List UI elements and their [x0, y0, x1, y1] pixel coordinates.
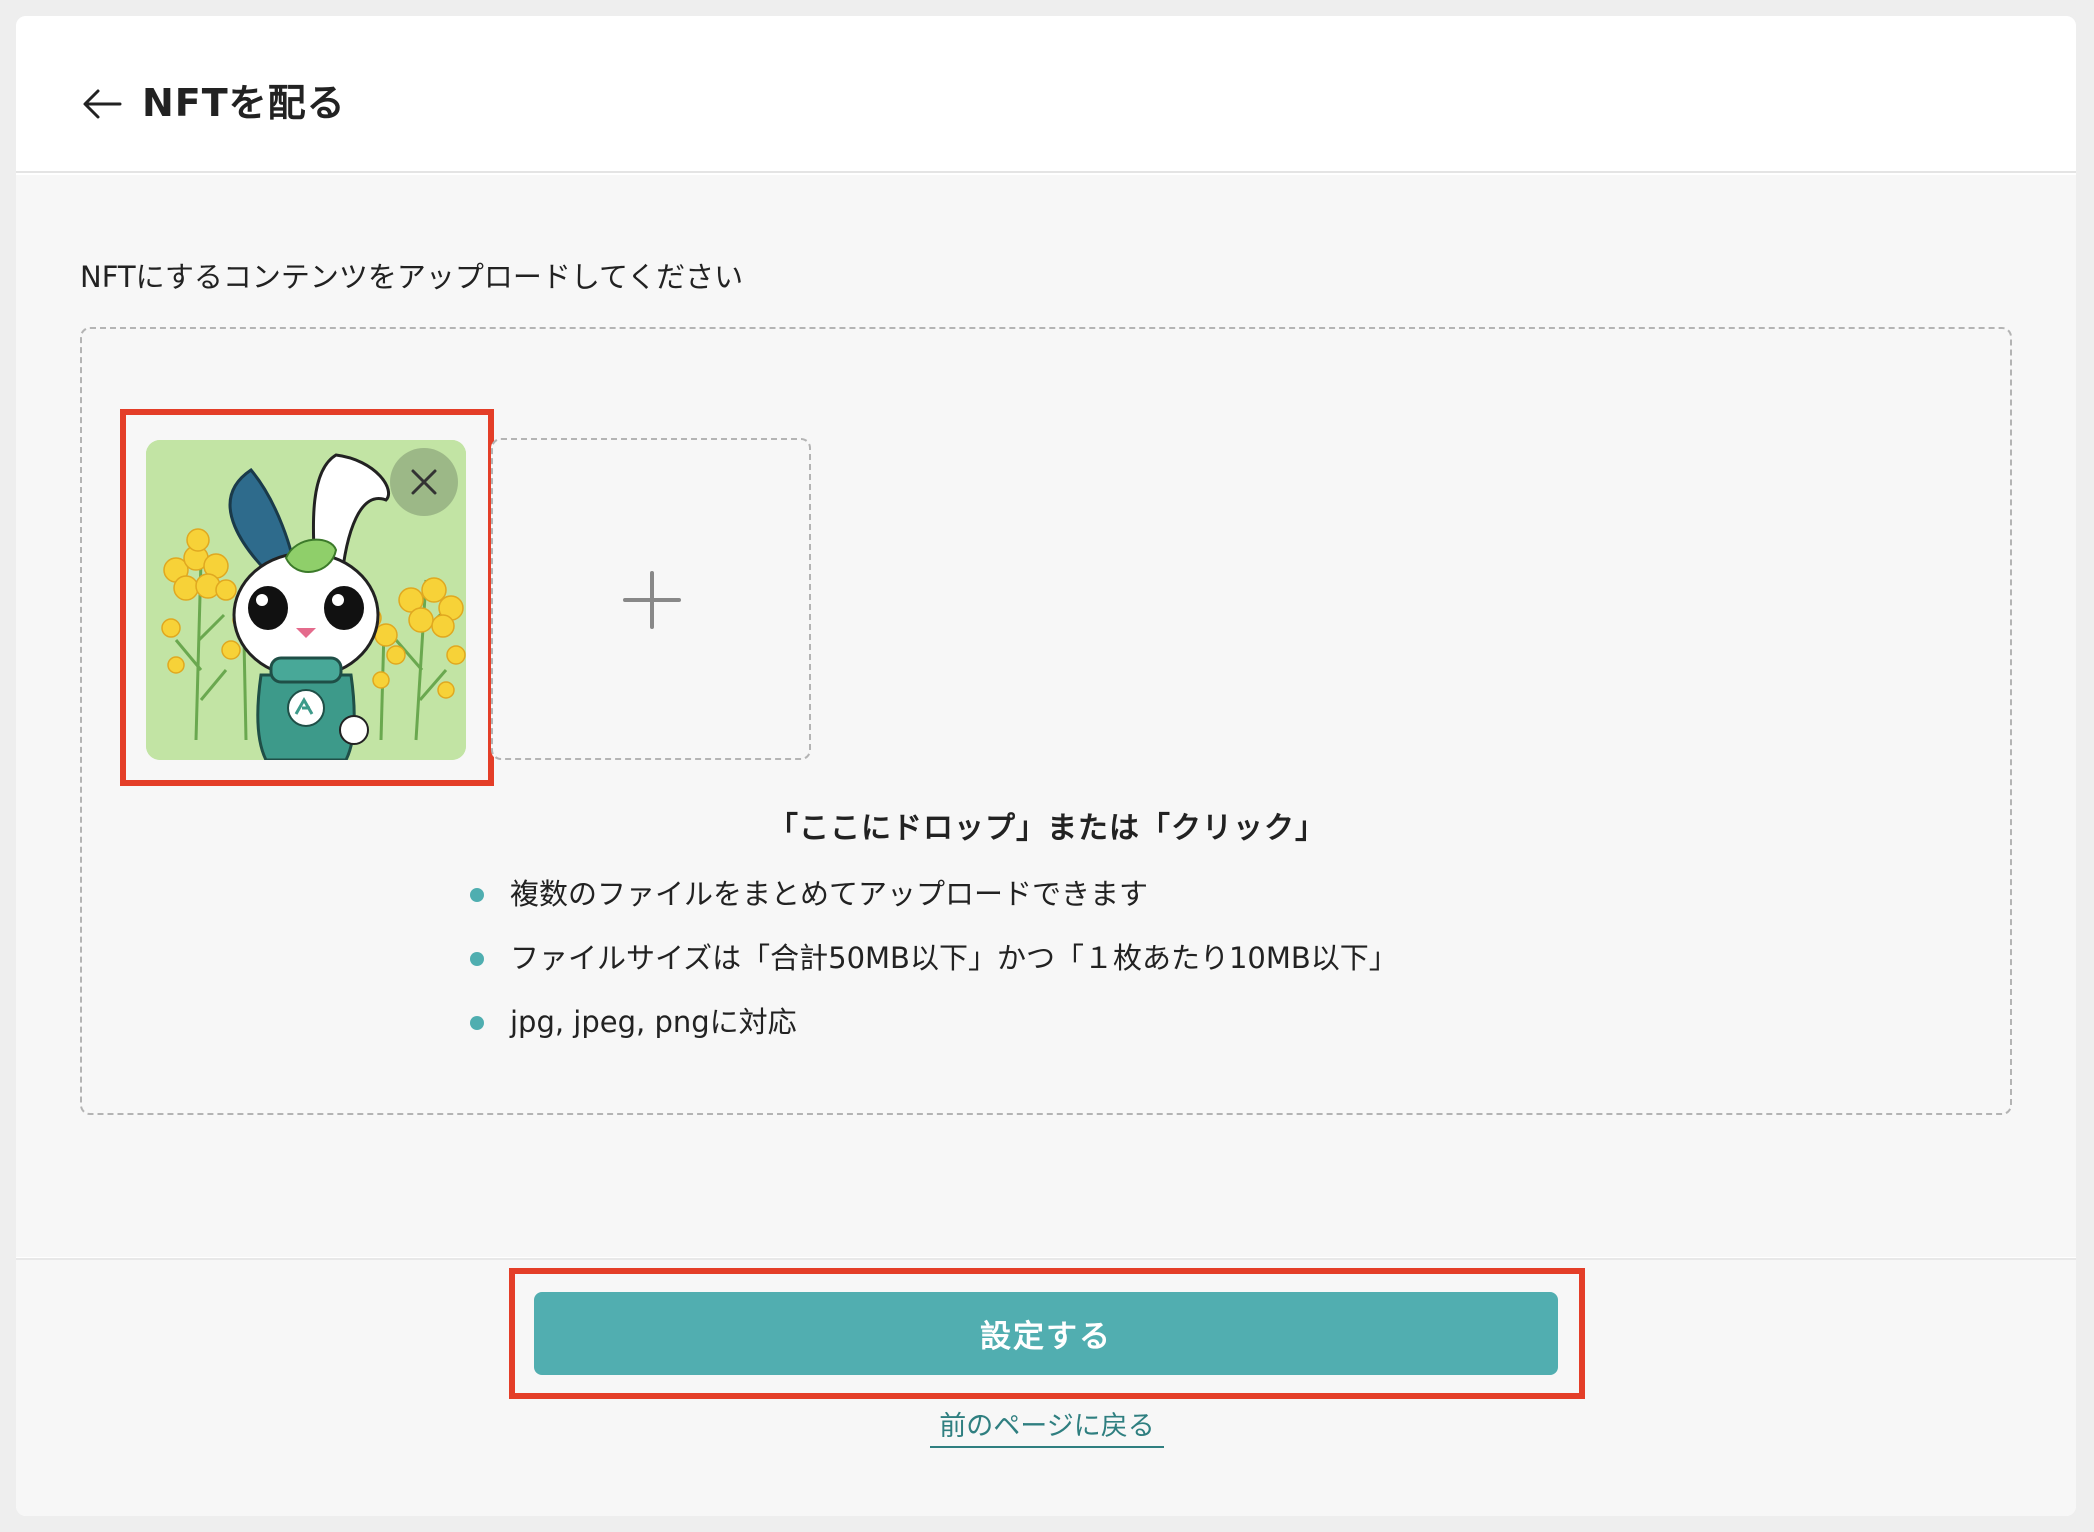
- plus-icon: [623, 571, 681, 629]
- bullet-dot: [470, 1016, 484, 1030]
- add-image-tile[interactable]: [491, 438, 811, 760]
- page-title: NFTを配る: [142, 81, 346, 125]
- dropzone-heading: 「ここにドロップ」または「クリック」: [768, 811, 1326, 846]
- upload-requirements-list: 複数のファイルをまとめてアップロードできます ファイルサイズは「合計50MB以下…: [468, 874, 1398, 1066]
- close-icon: [411, 469, 437, 495]
- list-item: 複数のファイルをまとめてアップロードできます: [468, 874, 1398, 938]
- upload-instruction: NFTにするコンテンツをアップロードしてください: [80, 260, 744, 294]
- bullet-dot: [470, 952, 484, 966]
- arrow-left-icon[interactable]: [80, 82, 124, 126]
- bullet-dot: [470, 888, 484, 902]
- back-to-previous-page-link[interactable]: 前のページに戻る: [930, 1408, 1164, 1448]
- list-item: jpg, jpeg, pngに対応: [468, 1002, 1398, 1066]
- header: NFTを配る: [16, 16, 2076, 173]
- submit-button[interactable]: 設定する: [534, 1292, 1558, 1375]
- list-item: ファイルサイズは「合計50MB以下」かつ「１枚あたり10MB以下」: [468, 938, 1398, 1002]
- remove-image-button[interactable]: [390, 448, 458, 516]
